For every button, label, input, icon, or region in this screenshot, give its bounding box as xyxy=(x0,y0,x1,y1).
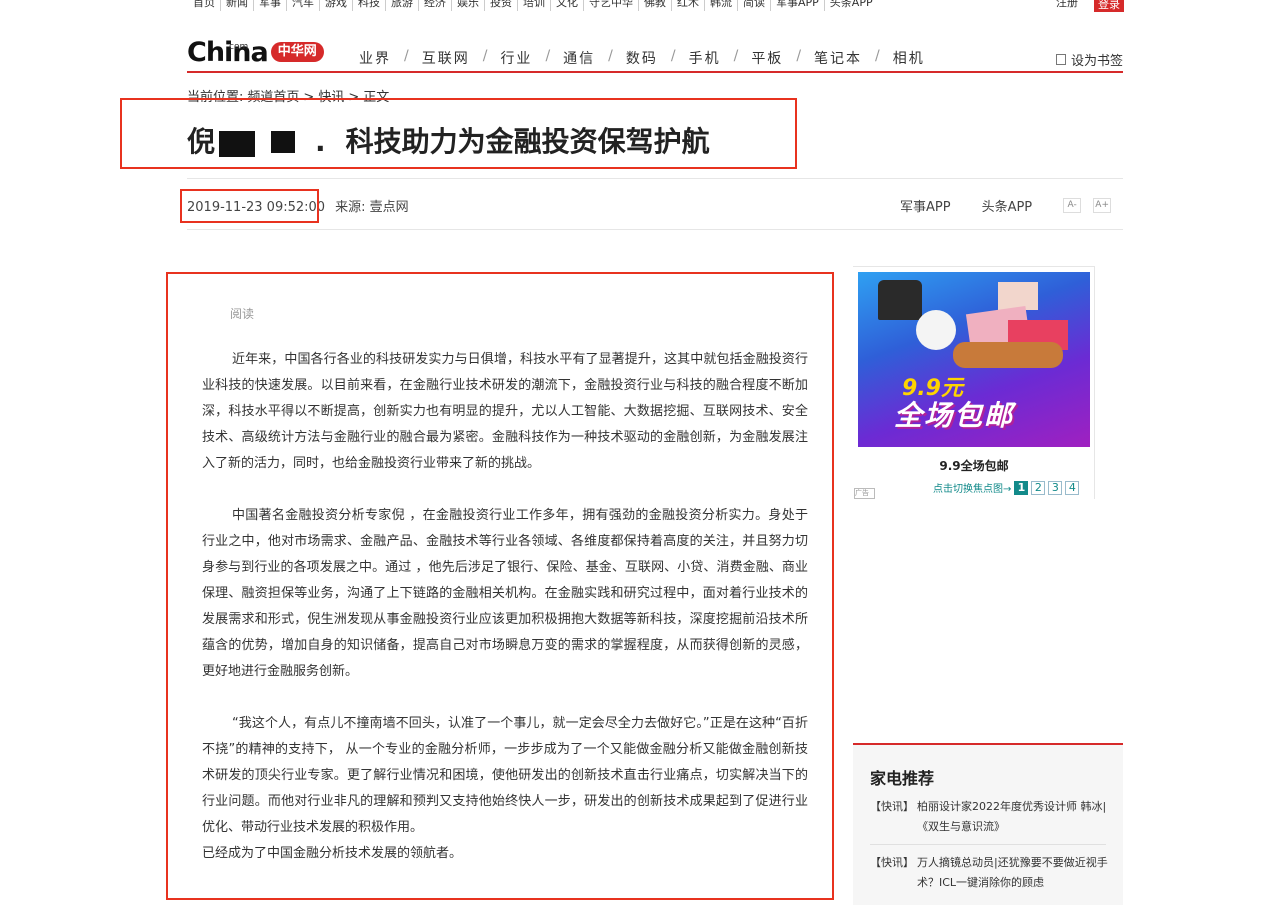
news-tag: 【快讯】 xyxy=(870,856,914,869)
channel-nav-item[interactable]: 数码 xyxy=(617,48,667,68)
top-nav-link[interactable]: 头条APP xyxy=(825,0,878,11)
top-nav-link[interactable]: 军事 xyxy=(254,0,287,11)
top-nav-link[interactable]: 红木 xyxy=(672,0,705,11)
top-nav-link[interactable]: 科技 xyxy=(353,0,386,11)
list-item[interactable]: 【快讯】 柏丽设计家2022年度优秀设计师 韩冰|《双生与意识流》 xyxy=(870,797,1115,837)
channel-nav-label: 平板 xyxy=(751,51,784,67)
appliance-heading: 家电推荐 xyxy=(870,769,935,788)
focus-caption[interactable]: 9.9全场包邮 xyxy=(858,457,1090,474)
top-nav-link[interactable]: 新闻 xyxy=(221,0,254,11)
bookmark-icon xyxy=(1056,54,1066,65)
tshirt-graphic xyxy=(998,282,1038,310)
channel-nav-separator: / xyxy=(796,48,802,64)
list-item[interactable]: 【快讯】 万人摘镜总动员|还犹豫要不要做近视手术？ICL一键消除你的顾虑 xyxy=(870,853,1115,893)
top-nav-link[interactable]: 简读 xyxy=(738,0,771,11)
channel-nav-separator: / xyxy=(608,48,613,64)
article-source: 来源: 壹点网 xyxy=(335,200,409,215)
bookmark-link[interactable]: 设为书签 xyxy=(1056,50,1123,69)
logo-com-text: com xyxy=(229,42,249,52)
top-nav-link[interactable]: 韩流 xyxy=(705,0,738,11)
channel-nav-separator: / xyxy=(482,48,488,64)
meta-bottom-divider xyxy=(187,229,1123,230)
top-nav-links: 首页 新闻 军事 汽车 游戏 科技 旅游 经济 娱乐 投资 培训 文化 守艺中华 佛教 红木 韩流 简读 军事AP… xyxy=(188,0,878,11)
top-nav-bar: 首页 新闻 军事 汽车 游戏 科技 旅游 经济 娱乐 投资 培训 文化 守艺中华 佛教 红木 韩流 简读 军事AP… xyxy=(0,0,1283,12)
ad-corner-mark: 广告 xyxy=(854,488,875,499)
pager-hint: 点击切换焦点图→ xyxy=(933,484,1012,495)
pager-button-2[interactable]: 2 xyxy=(1031,480,1046,495)
top-nav-link[interactable]: 军事APP xyxy=(771,0,825,11)
focus-carousel: 9.9元 全场包邮 9.9全场包邮 点击切换焦点图→ 1 2 3 4 广告 xyxy=(853,266,1095,499)
pager-button-3[interactable]: 3 xyxy=(1048,480,1063,495)
channel-nav-separator: / xyxy=(545,48,551,64)
penguin-graphic xyxy=(916,310,956,350)
title-highlight-box xyxy=(120,98,797,169)
channel-nav-label: 行业 xyxy=(500,51,533,67)
bookmark-label: 设为书签 xyxy=(1071,54,1124,69)
focus-pager: 点击切换焦点图→ 1 2 3 4 xyxy=(933,480,1080,495)
list-divider xyxy=(870,844,1106,845)
meta-top-divider xyxy=(187,178,1123,179)
channel-nav-item[interactable]: 平板 xyxy=(742,48,792,68)
top-nav-link[interactable]: 文化 xyxy=(551,0,584,11)
channel-nav-item[interactable]: 笔记本 xyxy=(805,48,871,68)
top-nav-link[interactable]: 旅游 xyxy=(386,0,419,11)
channel-nav-label: 互联网 xyxy=(421,51,470,67)
appliance-recommend: 家电推荐 【快讯】 柏丽设计家2022年度优秀设计师 韩冰|《双生与意识流》 【… xyxy=(853,743,1123,905)
top-nav-link[interactable]: 汽车 xyxy=(287,0,320,11)
pager-button-1[interactable]: 1 xyxy=(1014,480,1029,495)
article-highlight-box xyxy=(166,272,834,900)
banner-slogan: 全场包邮 xyxy=(894,399,1015,432)
channel-nav-label: 数码 xyxy=(625,51,658,67)
channel-nav-item[interactable]: 手机 xyxy=(680,48,730,68)
channel-nav-label: 通信 xyxy=(563,51,596,67)
channel-nav-separator: / xyxy=(875,48,880,64)
channel-nav-item[interactable]: 互联网 xyxy=(413,48,479,68)
logo-china-text: China com xyxy=(187,38,269,68)
top-nav-link[interactable]: 经济 xyxy=(419,0,452,11)
date-highlight-box xyxy=(180,189,319,223)
site-logo[interactable]: China com 中华网 xyxy=(187,34,324,68)
top-nav-link[interactable]: 娱乐 xyxy=(452,0,485,11)
channel-nav-item[interactable]: 行业 xyxy=(491,48,541,68)
channel-nav-label: 笔记本 xyxy=(814,51,863,67)
channel-nav-separator: / xyxy=(733,48,739,64)
channel-nav-separator: / xyxy=(404,48,409,64)
register-link[interactable]: 注册 xyxy=(1056,0,1078,11)
top-nav-link[interactable]: 培训 xyxy=(518,0,551,11)
top-nav-link[interactable]: 佛教 xyxy=(639,0,672,11)
military-app-link[interactable]: 军事APP xyxy=(900,196,951,215)
channel-nav-item[interactable]: 业界 xyxy=(350,48,400,68)
channel-nav-separator: / xyxy=(670,48,676,64)
channel-nav-label: 手机 xyxy=(688,51,721,67)
news-link[interactable]: 万人摘镜总动员|还犹豫要不要做近视手术？ICL一键消除你的顾虑 xyxy=(917,853,1115,893)
news-link[interactable]: 柏丽设计家2022年度优秀设计师 韩冰|《双生与意识流》 xyxy=(917,797,1115,837)
top-nav-link[interactable]: 守艺中华 xyxy=(584,0,639,11)
channel-nav-label: 业界 xyxy=(359,51,391,67)
meta-tools: 军事APP 头条APP A- A+ xyxy=(900,196,1123,215)
headline-app-link[interactable]: 头条APP xyxy=(982,196,1033,215)
top-nav-link[interactable]: 游戏 xyxy=(320,0,353,11)
top-nav-link[interactable]: 投资 xyxy=(485,0,518,11)
channel-nav-label: 相机 xyxy=(892,51,925,67)
focus-ad-image[interactable]: 9.9元 全场包邮 xyxy=(858,272,1090,447)
channel-nav: 业界 / 互联网 / 行业 / 通信 / 数码 / 手机 / 平板 / 笔记本 / 相机 xyxy=(350,48,934,68)
pager-button-4[interactable]: 4 xyxy=(1065,480,1080,495)
snack-graphic xyxy=(953,342,1063,368)
login-button[interactable]: 登录 xyxy=(1094,0,1124,12)
top-nav-link[interactable]: 首页 xyxy=(188,0,221,11)
news-tag: 【快讯】 xyxy=(870,800,914,813)
channel-nav-item[interactable]: 相机 xyxy=(884,48,934,68)
channel-nav-item[interactable]: 通信 xyxy=(554,48,604,68)
logo-cn-badge: 中华网 xyxy=(270,42,324,62)
header-divider xyxy=(187,71,1123,73)
font-larger-button[interactable]: A+ xyxy=(1093,198,1112,213)
font-smaller-button[interactable]: A- xyxy=(1063,198,1082,213)
clothing-graphic xyxy=(878,280,922,320)
